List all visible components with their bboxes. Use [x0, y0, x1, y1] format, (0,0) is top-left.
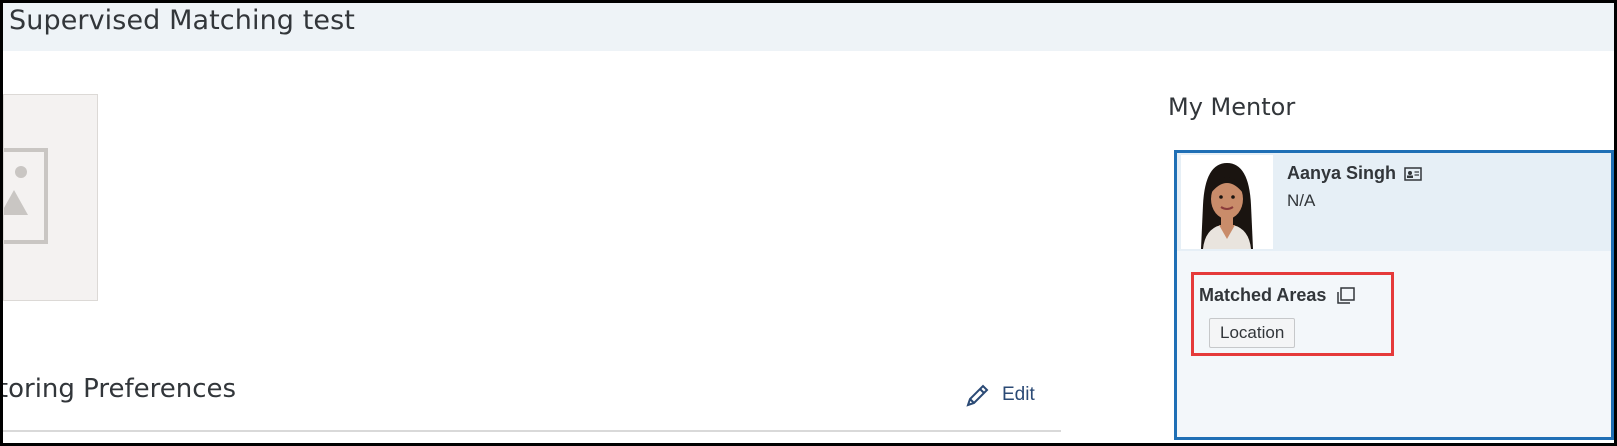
matched-areas-label: Matched Areas	[1199, 285, 1327, 305]
section-divider	[3, 430, 1061, 432]
section-title-container: Mentoring Preferences	[3, 360, 263, 420]
pencil-icon	[966, 384, 989, 407]
mentor-card-header: Aanya Singh N/A	[1177, 153, 1611, 251]
image-placeholder	[0, 94, 98, 301]
mentor-subtitle: N/A	[1287, 191, 1316, 210]
section-title: Mentoring Preferences	[3, 374, 237, 404]
page-title: Supervised Matching test	[9, 5, 355, 36]
page-header: Supervised Matching test	[3, 3, 1614, 51]
mentor-name[interactable]: Aanya Singh	[1287, 163, 1422, 184]
image-placeholder-icon	[0, 148, 48, 244]
mentor-panel-title: My Mentor	[1168, 93, 1296, 121]
matched-areas-title: Matched Areas	[1199, 285, 1356, 306]
matched-area-tag: Location	[1209, 318, 1296, 348]
edit-button[interactable]: Edit	[964, 381, 1035, 409]
mentor-card[interactable]: Aanya Singh N/A Matched Areas Location	[1174, 150, 1614, 440]
edit-label: Edit	[1002, 384, 1035, 405]
mentor-name-label: Aanya Singh	[1287, 163, 1397, 183]
avatar-image	[1181, 155, 1273, 249]
avatar	[1181, 155, 1273, 249]
copy-icon[interactable]	[1336, 286, 1356, 305]
contact-card-icon[interactable]	[1404, 166, 1422, 181]
